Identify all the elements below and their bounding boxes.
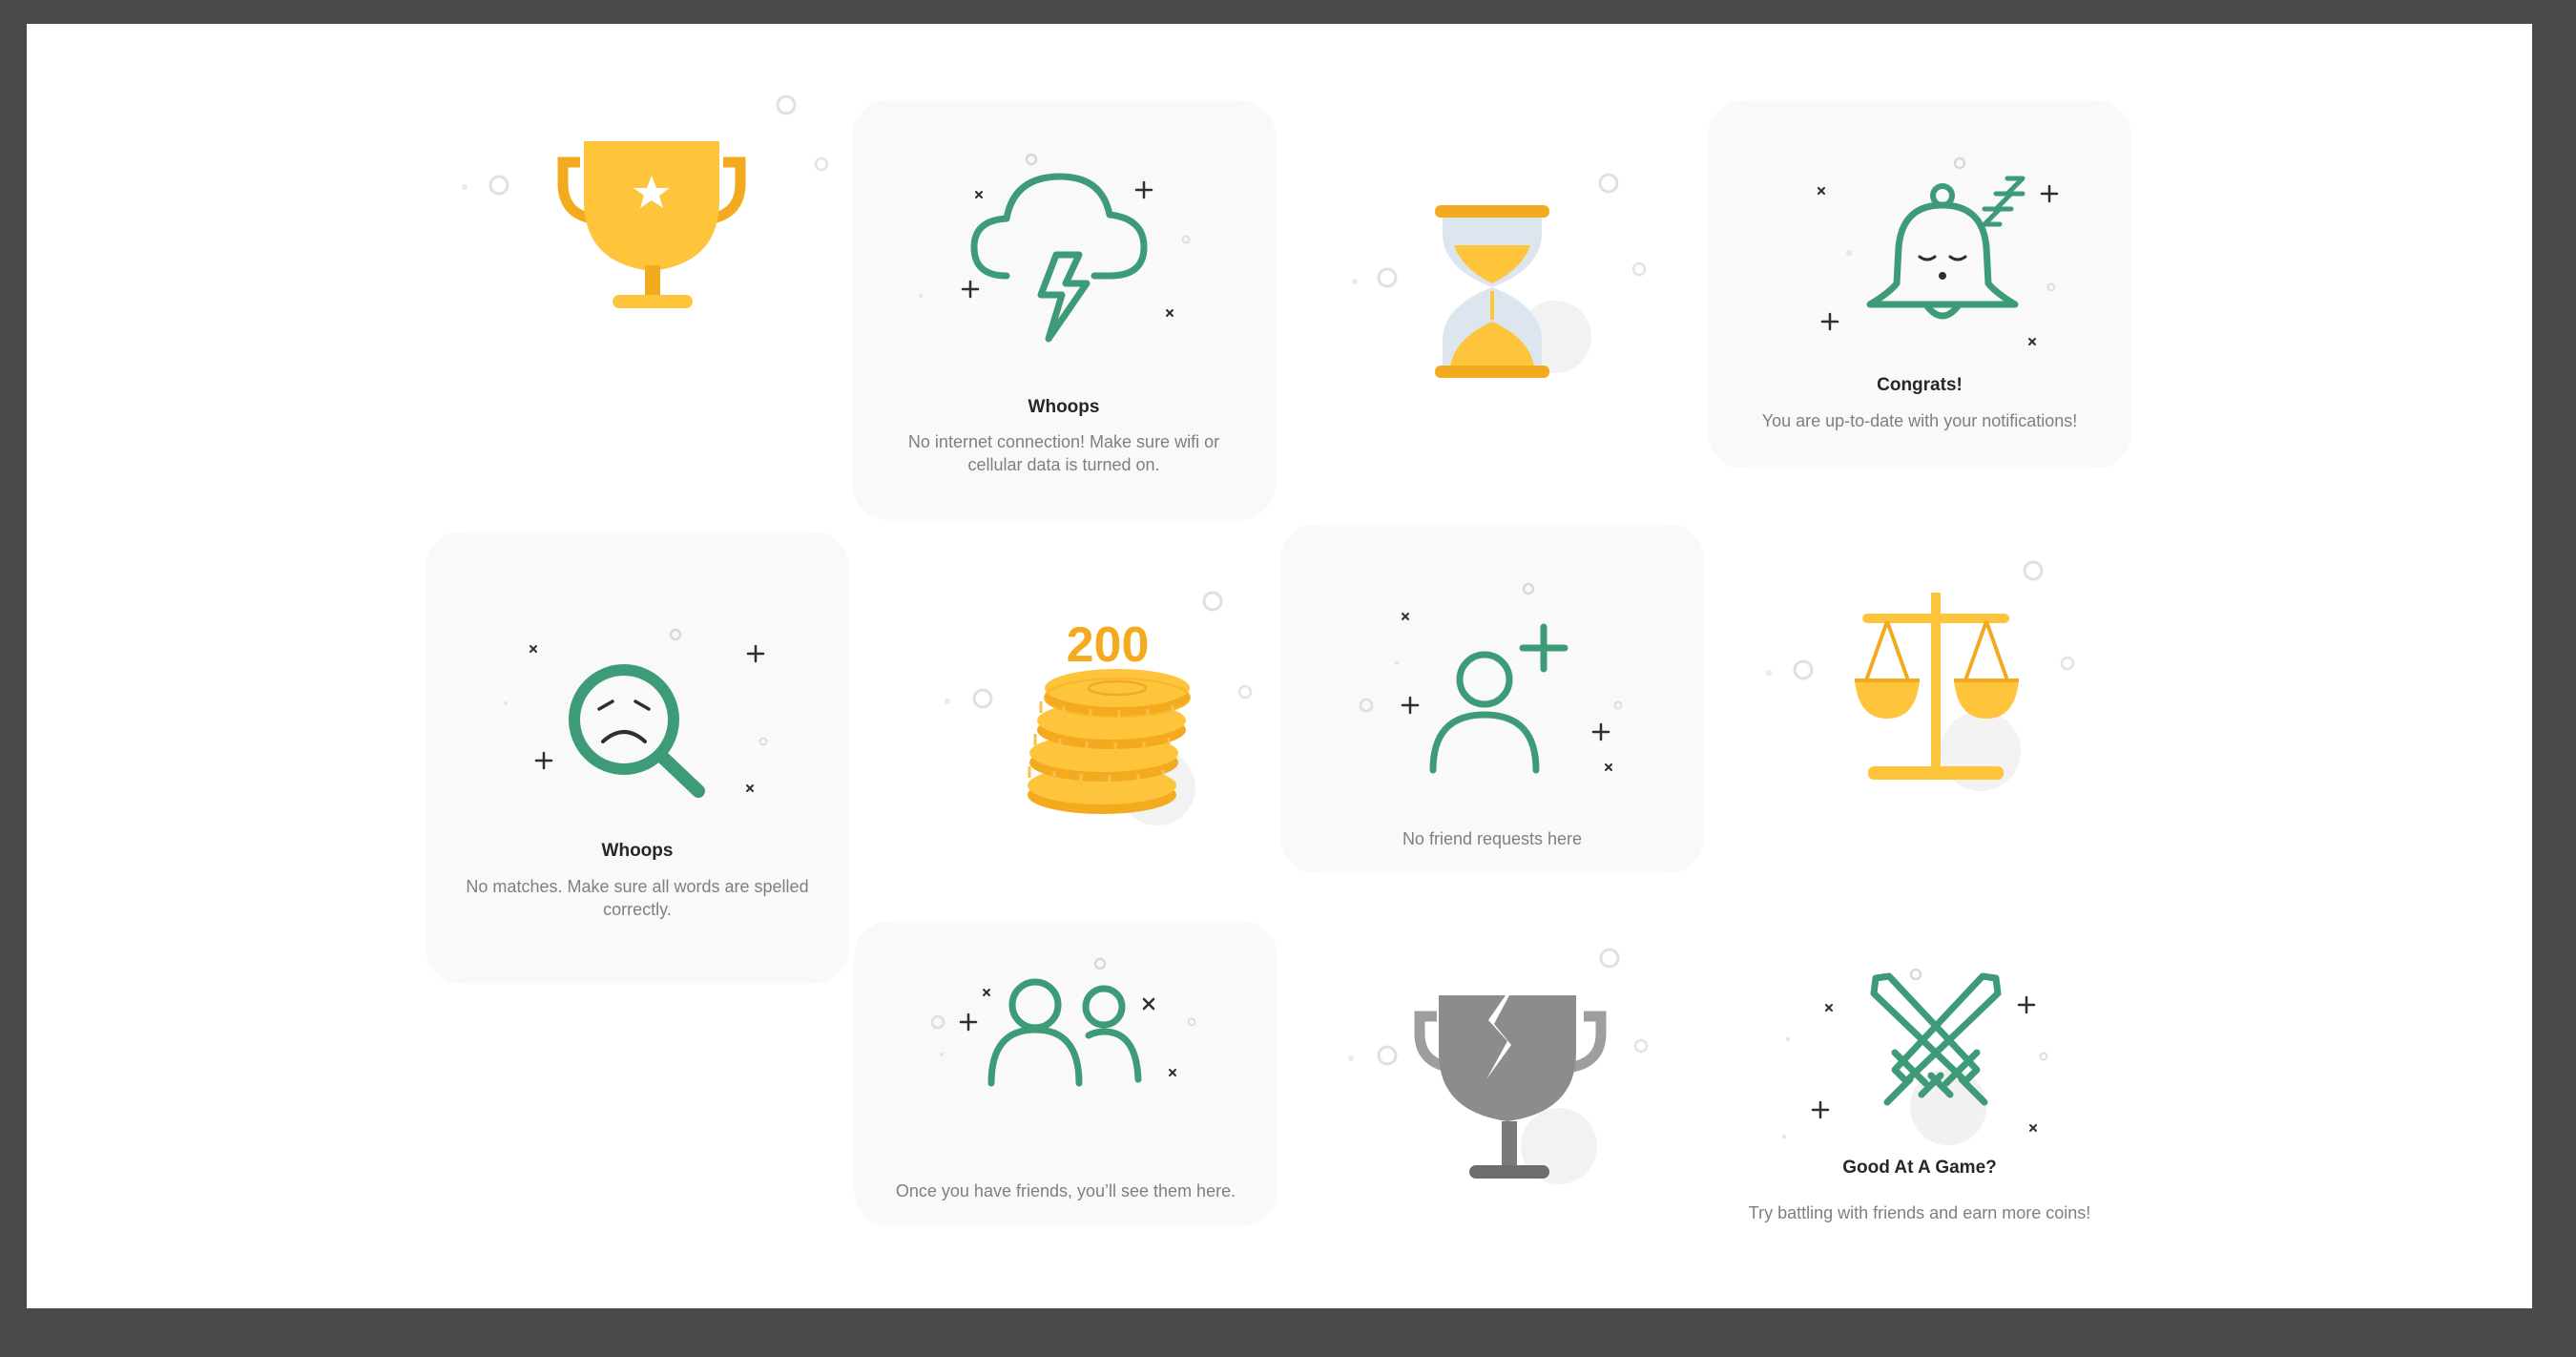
coin-stack-icon: 200 bbox=[945, 591, 1253, 825]
add-user-icon bbox=[1359, 582, 1623, 774]
card-title: Good At A Game? bbox=[1842, 1158, 1997, 1178]
friend-requests-card: No friend requests here bbox=[1280, 524, 1704, 873]
coin-amount: 200 bbox=[1067, 617, 1150, 673]
sleeping-bell-icon bbox=[1818, 157, 2059, 345]
balance-scale-icon bbox=[1766, 560, 2075, 791]
storm-cloud-icon bbox=[919, 153, 1191, 343]
card-description: No internet connection! Make sure wifi o… bbox=[907, 432, 1220, 474]
broken-trophy-illustration-card bbox=[1280, 940, 1704, 1226]
good-at-game-card: Good At A Game? Try battling with friend… bbox=[1708, 921, 2131, 1226]
card-title: Whoops bbox=[601, 841, 674, 861]
hourglass-icon bbox=[1352, 173, 1647, 378]
scales-illustration-card bbox=[1708, 539, 2131, 825]
broken-trophy-icon bbox=[1348, 948, 1649, 1184]
card-description: You are up-to-date with your notificatio… bbox=[1761, 411, 2078, 430]
card-description: Once you have friends, you’ll see them h… bbox=[895, 1181, 1236, 1200]
card-description: No matches. Make sure all words are spel… bbox=[466, 877, 809, 919]
trophy-illustration-card bbox=[426, 79, 849, 318]
card-title: Whoops bbox=[1028, 397, 1100, 417]
hourglass-illustration-card bbox=[1280, 138, 1704, 425]
crossed-swords-icon bbox=[1782, 968, 2048, 1145]
showcase-canvas: Whoops No internet connection! Make sure… bbox=[27, 24, 2532, 1308]
sad-magnifier-icon bbox=[504, 628, 768, 798]
card-description: Try battling with friends and earn more … bbox=[1748, 1203, 2091, 1222]
no-internet-card: Whoops No internet connection! Make sure… bbox=[852, 100, 1276, 520]
users-icon bbox=[930, 957, 1196, 1087]
no-matches-card: Whoops No matches. Make sure all words a… bbox=[426, 532, 849, 984]
notifications-card: Congrats! You are up-to-date with your n… bbox=[1708, 100, 2131, 469]
card-description: No friend requests here bbox=[1402, 829, 1583, 848]
coins-illustration-card: 200 bbox=[852, 558, 1276, 845]
card-title: Congrats! bbox=[1877, 375, 1963, 395]
friends-card: Once you have friends, you’ll see them h… bbox=[854, 921, 1278, 1226]
trophy-icon bbox=[462, 94, 829, 308]
